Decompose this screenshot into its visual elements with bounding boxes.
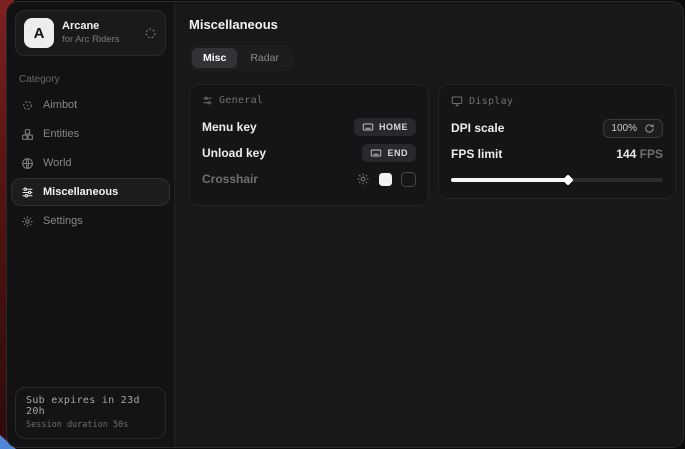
boxes-icon	[21, 128, 34, 141]
brand-title: Arcane	[62, 20, 136, 34]
app-window: A Arcane for Arc Riders Category	[6, 1, 684, 448]
sidebar-item-label: Aimbot	[43, 99, 77, 111]
display-card-title: Display	[469, 96, 513, 107]
brand-subtitle: for Arc Riders	[62, 34, 136, 46]
general-card: General Menu key HOME	[189, 84, 429, 206]
cards-row: General Menu key HOME	[189, 84, 676, 206]
spinner-icon[interactable]	[144, 27, 157, 40]
globe-icon	[21, 157, 34, 170]
unload-key-row: Unload key END	[202, 140, 416, 166]
page-title: Miscellaneous	[189, 17, 676, 32]
fps-slider-thumb[interactable]	[562, 174, 573, 185]
sliders-icon	[21, 186, 34, 199]
sidebar-item-label: Miscellaneous	[43, 186, 118, 198]
sidebar-item-label: World	[43, 157, 72, 169]
display-card: Display DPI scale 100%	[438, 84, 676, 199]
general-card-title: General	[219, 95, 263, 106]
dpi-scale-control[interactable]: 100%	[603, 119, 663, 138]
category-label: Category	[19, 74, 162, 85]
sidebar-nav: Aimbot Entities	[7, 91, 174, 235]
gear-icon[interactable]	[356, 172, 370, 186]
tab-misc[interactable]: Misc	[192, 48, 237, 68]
menu-key-row: Menu key HOME	[202, 114, 416, 140]
fps-limit-slider[interactable]	[451, 175, 663, 185]
menu-key-label: Menu key	[202, 120, 257, 134]
crosshair-controls	[356, 172, 416, 187]
crosshair-color-swatch[interactable]	[379, 173, 392, 186]
crosshair-label: Crosshair	[202, 172, 258, 186]
fps-limit-row: FPS limit 144 FPS	[451, 141, 663, 167]
keyboard-icon	[370, 147, 382, 159]
sidebar-item-settings[interactable]: Settings	[11, 207, 170, 235]
brand-text: Arcane for Arc Riders	[62, 20, 136, 46]
sidebar-item-label: Entities	[43, 128, 79, 140]
unload-key-button[interactable]: END	[362, 144, 416, 162]
unload-key-label: Unload key	[202, 146, 266, 160]
brand-card: A Arcane for Arc Riders	[15, 10, 166, 56]
dpi-scale-row: DPI scale 100%	[451, 115, 663, 141]
crosshair-icon	[21, 99, 34, 112]
dpi-scale-value: 100%	[611, 123, 637, 134]
fps-limit-label: FPS limit	[451, 147, 502, 161]
keyboard-icon	[362, 121, 374, 133]
sidebar: A Arcane for Arc Riders Category	[7, 2, 175, 447]
unload-key-value: END	[387, 148, 408, 158]
sidebar-item-miscellaneous[interactable]: Miscellaneous	[11, 178, 170, 206]
sidebar-item-aimbot[interactable]: Aimbot	[11, 91, 170, 119]
display-card-header: Display	[451, 95, 663, 107]
sliders-icon	[202, 95, 213, 106]
crosshair-row: Crosshair	[202, 166, 416, 192]
sub-expiry-text: Sub expires in 23d 20h	[26, 395, 155, 417]
dpi-scale-label: DPI scale	[451, 121, 504, 135]
tab-bar: Misc Radar	[189, 45, 293, 71]
monitor-icon	[451, 95, 463, 107]
tab-radar[interactable]: Radar	[239, 48, 290, 68]
main-content: Miscellaneous Misc Radar General	[175, 2, 684, 447]
crosshair-checkbox[interactable]	[401, 172, 416, 187]
session-duration-text: Session duration 50s	[26, 420, 155, 430]
brand-logo: A	[24, 18, 54, 48]
refresh-icon[interactable]	[644, 123, 655, 134]
gear-icon	[21, 215, 34, 228]
general-card-header: General	[202, 95, 416, 106]
fps-unit: FPS	[640, 147, 663, 161]
subscription-info-card: Sub expires in 23d 20h Session duration …	[15, 387, 166, 439]
sidebar-item-world[interactable]: World	[11, 149, 170, 177]
fps-slider-fill	[451, 178, 568, 182]
sidebar-item-entities[interactable]: Entities	[11, 120, 170, 148]
menu-key-value: HOME	[379, 122, 408, 132]
menu-key-button[interactable]: HOME	[354, 118, 416, 136]
sidebar-item-label: Settings	[43, 215, 83, 227]
fps-limit-value: 144 FPS	[616, 147, 663, 161]
